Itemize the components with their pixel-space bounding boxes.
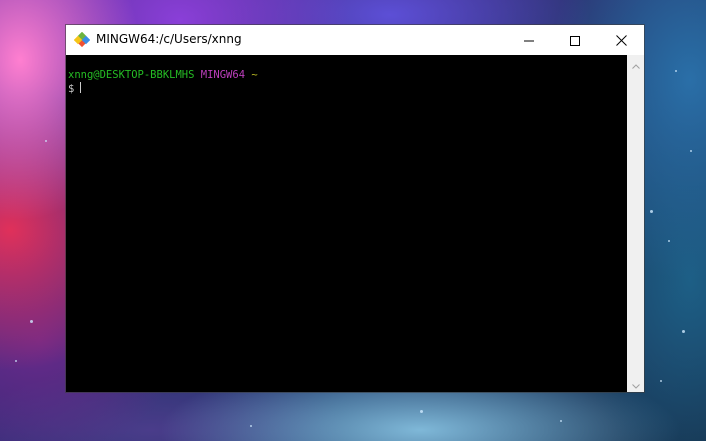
prompt-line: xnng@DESKTOP-BBKLMHS MINGW64 ~ [68, 69, 627, 82]
wallpaper-speck [682, 330, 685, 333]
vertical-scrollbar[interactable] [627, 55, 644, 392]
git-bash-icon [73, 31, 91, 48]
prompt-system: MINGW64 [200, 69, 246, 81]
prompt-user-host: xnng@DESKTOP-BBKLMHS [68, 69, 195, 81]
wallpaper-speck [650, 210, 653, 213]
title-bar[interactable]: MINGW64:/c/Users/xnng [66, 25, 644, 55]
text-cursor [80, 82, 82, 93]
wallpaper-speck [45, 140, 47, 142]
wallpaper-speck [250, 425, 252, 427]
wallpaper-speck [420, 410, 423, 413]
scroll-down-arrow-icon [631, 374, 640, 393]
wallpaper-speck [560, 420, 562, 422]
wallpaper-speck [675, 70, 677, 72]
window-title: MINGW64:/c/Users/xnng [96, 32, 242, 46]
prompt-symbol: $ [68, 83, 75, 95]
terminal-output[interactable]: xnng@DESKTOP-BBKLMHS MINGW64 ~ $ [66, 55, 627, 392]
minimize-icon [524, 31, 534, 50]
prompt-path: ~ [251, 69, 258, 81]
scroll-up-button[interactable] [627, 55, 644, 72]
close-icon [615, 31, 627, 50]
input-line[interactable]: $ [68, 82, 627, 95]
wallpaper-speck [690, 150, 692, 152]
scroll-down-button[interactable] [627, 375, 644, 392]
wallpaper-speck [660, 380, 662, 382]
desktop-wallpaper: MINGW64:/c/Users/xnng xnng@DESKTOP-BBKLM… [0, 0, 706, 441]
close-button[interactable] [598, 25, 644, 55]
maximize-icon [570, 31, 580, 50]
wallpaper-speck [30, 320, 33, 323]
terminal-window[interactable]: MINGW64:/c/Users/xnng xnng@DESKTOP-BBKLM… [66, 25, 644, 392]
maximize-button[interactable] [552, 25, 598, 55]
minimize-button[interactable] [506, 25, 552, 55]
wallpaper-speck [668, 240, 670, 242]
scroll-up-arrow-icon [631, 54, 640, 73]
wallpaper-speck [15, 360, 17, 362]
